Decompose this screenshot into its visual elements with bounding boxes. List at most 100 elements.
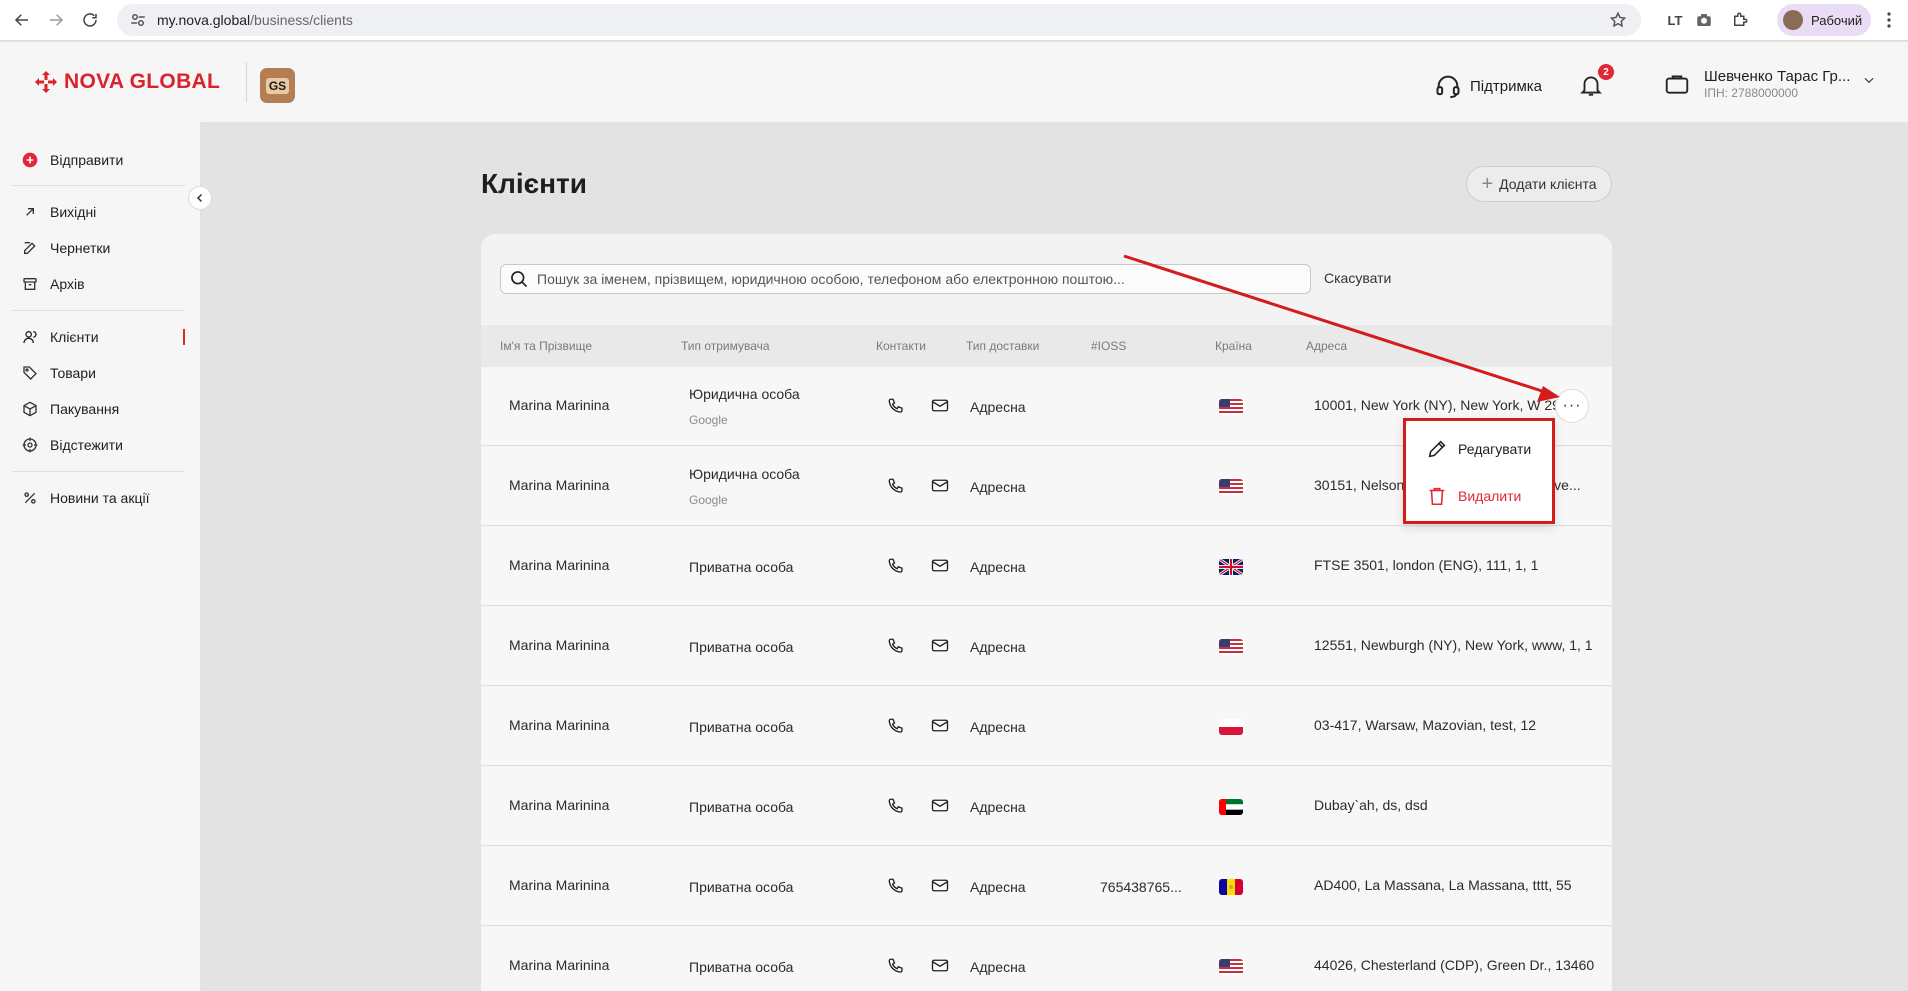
phone-icon[interactable] [887, 397, 905, 415]
recipient-type: Юридична особа [689, 466, 800, 482]
recipient-type: Приватна особа [689, 799, 794, 815]
column-header-ioss[interactable]: #IOSS [1091, 339, 1126, 353]
profile-chip[interactable]: Рабочий [1777, 4, 1871, 36]
edit-menu-item[interactable]: Редагувати [1426, 438, 1531, 460]
sidebar-item-outgoing[interactable]: Вихідні [22, 201, 96, 223]
email-icon[interactable] [931, 718, 949, 734]
users-icon [23, 331, 37, 344]
delivery-type: Адресна [970, 639, 1026, 655]
cancel-search-button[interactable]: Скасувати [1324, 270, 1391, 286]
row-context-menu: Редагувати Видалити [1403, 418, 1555, 524]
phone-icon[interactable] [887, 637, 905, 655]
table-row[interactable]: Marina Marinina Приватна особа Адресна 7654… [481, 847, 1612, 926]
forward-icon[interactable] [44, 8, 68, 32]
camera-icon[interactable] [1693, 9, 1715, 31]
column-header-name[interactable]: Ім'я та Прізвище [500, 339, 592, 353]
client-address: 44026, Chesterland (CDP), Green Dr., 134… [1314, 957, 1595, 973]
client-address: FTSE 3501, london (ENG), 111, 1, 1 [1314, 557, 1539, 573]
sidebar-item-send[interactable]: Відправити [22, 149, 123, 171]
reload-icon[interactable] [78, 8, 102, 32]
table-row[interactable]: Marina Marinina Приватна особа Адресна FTSE… [481, 527, 1612, 606]
user-inn: ІПН: 2788000000 [1704, 86, 1799, 100]
client-address: 12551, Newburgh (NY), New York, www, 1, … [1314, 637, 1593, 653]
email-icon[interactable] [931, 398, 949, 414]
table-row[interactable]: Marina Marinina Приватна особа Адресна 03-4… [481, 687, 1612, 766]
delivery-type: Адресна [970, 479, 1026, 495]
client-name: Marina Marinina [509, 397, 610, 413]
client-name: Marina Marinina [509, 797, 610, 813]
percent-icon [24, 492, 36, 504]
phone-icon[interactable] [887, 797, 905, 815]
plus-circle-icon [22, 152, 38, 168]
email-icon[interactable] [931, 638, 949, 654]
recipient-type: Юридична особа [689, 386, 800, 402]
search-input[interactable] [537, 271, 1297, 287]
delivery-type: Адресна [970, 799, 1026, 815]
email-icon[interactable] [931, 878, 949, 894]
sidebar-item-track[interactable]: Відстежити [22, 434, 123, 456]
sidebar-item-drafts[interactable]: Чернетки [22, 237, 110, 259]
country-flag-icon [1219, 799, 1243, 815]
browser-toolbar: my.nova.global/business/clients LT Рабоч… [0, 0, 1908, 41]
app-header: NOVA GLOBAL GS Підтримка 2 Шевченко Тара… [0, 42, 1908, 122]
phone-icon[interactable] [887, 477, 905, 495]
sidebar-collapse-button[interactable] [188, 186, 212, 210]
table-row[interactable]: Marina Marinina Приватна особа Адресна 4402… [481, 927, 1612, 991]
browser-menu-icon[interactable] [1886, 10, 1892, 30]
clients-card: Скасувати Ім'я та Прізвище Тип отримувач… [481, 234, 1612, 991]
delivery-type: Адресна [970, 559, 1026, 575]
email-icon[interactable] [931, 558, 949, 574]
column-header-country[interactable]: Країна [1215, 339, 1252, 353]
sidebar-item-clients[interactable]: Клієнти [22, 326, 99, 348]
account-badge[interactable]: GS [260, 68, 295, 103]
user-name: Шевченко Тарас Гр... [1704, 68, 1851, 85]
page-title: Клієнти [481, 168, 587, 199]
country-flag-icon [1219, 479, 1243, 495]
email-icon[interactable] [931, 958, 949, 974]
back-icon[interactable] [10, 8, 34, 32]
recipient-type: Приватна особа [689, 879, 794, 895]
table-row[interactable]: Marina Marinina Приватна особа Адресна Duba… [481, 767, 1612, 846]
row-more-actions-button[interactable]: ··· [1555, 389, 1589, 423]
phone-icon[interactable] [887, 717, 905, 735]
extensions-puzzle-icon[interactable] [1729, 9, 1751, 31]
email-icon[interactable] [931, 798, 949, 814]
add-client-button[interactable]: + Додати клієнта [1466, 166, 1612, 202]
search-field[interactable] [500, 264, 1311, 294]
table-row[interactable]: Marina Marinina Приватна особа Адресна 1255… [481, 607, 1612, 686]
client-name: Marina Marinina [509, 877, 610, 893]
sidebar-divider [12, 471, 185, 472]
sidebar-item-archive[interactable]: Архів [22, 273, 85, 295]
phone-icon[interactable] [887, 957, 905, 975]
user-menu[interactable]: Шевченко Тарас Гр... ІПН: 2788000000 [1664, 68, 1876, 100]
country-flag-icon [1219, 719, 1243, 735]
support-button[interactable]: Підтримка [1434, 72, 1542, 100]
sidebar-item-news[interactable]: Новини та акції [22, 487, 149, 509]
table-header: Ім'я та Прізвище Тип отримувача Контакти… [481, 325, 1612, 367]
site-settings-icon[interactable] [129, 11, 147, 29]
sidebar-item-packaging[interactable]: Пакування [22, 398, 119, 420]
avatar [1783, 10, 1803, 30]
client-address: AD400, La Massana, La Massana, tttt, 55 [1314, 877, 1572, 893]
ioss-number: 765438765... [1100, 879, 1182, 895]
trash-icon [1429, 487, 1445, 506]
bookmark-star-icon[interactable] [1609, 11, 1627, 29]
column-header-address[interactable]: Адреса [1306, 339, 1347, 353]
address-bar[interactable]: my.nova.global/business/clients [117, 4, 1641, 36]
active-indicator [183, 329, 185, 345]
delivery-type: Адресна [970, 879, 1026, 895]
logo-divider [246, 62, 247, 102]
column-header-type[interactable]: Тип отримувача [681, 339, 770, 353]
delete-menu-item[interactable]: Видалити [1426, 485, 1521, 507]
archive-icon [23, 278, 37, 290]
chevron-left-icon [196, 193, 203, 203]
delivery-type: Адресна [970, 719, 1026, 735]
logo[interactable]: NOVA GLOBAL [34, 70, 220, 94]
email-icon[interactable] [931, 478, 949, 494]
phone-icon[interactable] [887, 877, 905, 895]
country-flag-icon [1219, 559, 1243, 575]
column-header-delivery[interactable]: Тип доставки [966, 339, 1039, 353]
sidebar-item-goods[interactable]: Товари [22, 362, 96, 384]
extension-icon[interactable]: LT [1664, 9, 1686, 31]
phone-icon[interactable] [887, 557, 905, 575]
